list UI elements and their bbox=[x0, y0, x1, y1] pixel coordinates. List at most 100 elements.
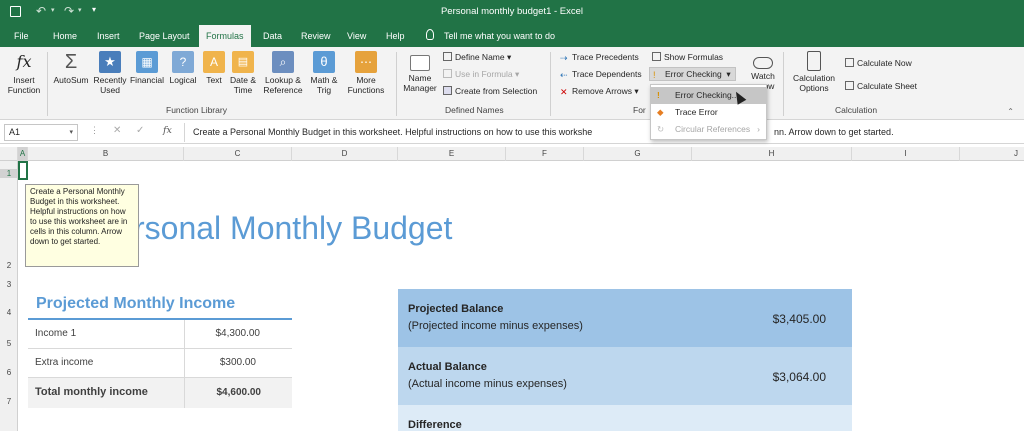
formula-input[interactable]: Create a Personal Monthly Budget in this… bbox=[184, 123, 1020, 142]
math-trig-button[interactable]: θ Math & Trig bbox=[306, 51, 342, 95]
define-name-icon bbox=[443, 52, 452, 61]
tab-page-layout[interactable]: Page Layout bbox=[139, 28, 190, 44]
insert-function-label-1: Insert bbox=[13, 75, 35, 85]
tab-file[interactable]: File bbox=[14, 28, 29, 44]
date-time-button[interactable]: ▤ Date & Time bbox=[227, 51, 259, 95]
window-title: Personal monthly budget1 - Excel bbox=[440, 6, 584, 17]
menu-item-error-checking[interactable]: ! Error Checking... bbox=[651, 87, 766, 104]
define-name-label: Define Name bbox=[455, 52, 505, 62]
column-header-f[interactable]: F bbox=[506, 147, 584, 161]
column-header-a[interactable]: A bbox=[18, 147, 28, 161]
math-trig-label-2: Trig bbox=[316, 85, 332, 95]
fx-icon: fx bbox=[16, 52, 32, 71]
name-box[interactable]: A1 ▾ bbox=[4, 124, 78, 141]
error-checking-button[interactable]: ! Error Checking ▾ bbox=[649, 67, 736, 81]
group-formula-auditing: For bbox=[633, 105, 646, 115]
show-formulas-button[interactable]: Show Formulas bbox=[652, 51, 723, 63]
trace-dependents-button[interactable]: ⇠ Trace Dependents bbox=[560, 68, 642, 80]
name-manager-label-1: Name bbox=[408, 73, 432, 83]
row-header-1[interactable]: 1 bbox=[0, 169, 18, 178]
cancel-icon[interactable]: ✕ bbox=[113, 125, 121, 136]
row-header-3[interactable]: 3 bbox=[0, 280, 18, 289]
logical-book-icon: ? bbox=[172, 51, 194, 73]
recently-used-label-1: Recently bbox=[93, 75, 127, 85]
total-income-value: $4,600.00 bbox=[216, 387, 262, 398]
menu-item-trace-error-label: Trace Error bbox=[675, 107, 718, 117]
lookup-label-1: Lookup & bbox=[265, 75, 301, 85]
actual-balance-sub: (Actual income minus expenses) bbox=[408, 378, 567, 390]
row-header-2[interactable]: 2 bbox=[0, 261, 18, 270]
logical-label: Logical bbox=[169, 75, 197, 85]
row-header-4[interactable]: 4 bbox=[0, 308, 18, 317]
insert-function-button[interactable]: fx Insert Function bbox=[4, 51, 44, 95]
recently-used-label-2: Used bbox=[100, 85, 120, 95]
create-from-selection-icon bbox=[443, 86, 452, 95]
watch-label-1: Watch bbox=[751, 71, 775, 81]
enter-icon[interactable]: ✓ bbox=[136, 125, 144, 136]
more-options-icon: ⋮ bbox=[90, 125, 99, 135]
recently-used-button[interactable]: ★ Recently Used bbox=[91, 51, 129, 95]
menu-item-circular-references[interactable]: ↻ Circular References › bbox=[651, 121, 766, 138]
projected-balance-box: Projected Balance (Projected income minu… bbox=[398, 289, 852, 347]
use-in-formula-button[interactable]: Use in Formula ▾ bbox=[443, 68, 519, 80]
column-header-d[interactable]: D bbox=[292, 147, 398, 161]
autosum-button[interactable]: Σ AutoSum bbox=[50, 51, 92, 85]
column-header-e[interactable]: E bbox=[398, 147, 506, 161]
more-functions-label-2: Functions bbox=[347, 85, 385, 95]
row-header-7[interactable]: 7 bbox=[0, 397, 18, 406]
calculation-options-button[interactable]: Calculation Options bbox=[788, 51, 840, 93]
column-header-h[interactable]: H bbox=[692, 147, 852, 161]
tell-me-search[interactable]: Tell me what you want to do bbox=[444, 28, 555, 44]
calculate-sheet-icon bbox=[845, 81, 854, 90]
trace-precedents-label: Trace Precedents bbox=[572, 52, 639, 62]
remove-arrows-icon: ✕ bbox=[560, 87, 568, 97]
tab-home[interactable]: Home bbox=[53, 28, 77, 44]
projected-balance-title: Projected Balance bbox=[408, 303, 504, 315]
tab-view[interactable]: View bbox=[347, 28, 366, 44]
create-from-selection-button[interactable]: Create from Selection bbox=[443, 85, 537, 97]
group-defined-names: Defined Names bbox=[445, 105, 504, 115]
calculate-now-icon bbox=[845, 58, 854, 67]
name-box-dropdown-icon[interactable]: ▾ bbox=[69, 128, 73, 136]
calculate-sheet-button[interactable]: Calculate Sheet bbox=[845, 80, 917, 92]
income-heading: Projected Monthly Income bbox=[36, 295, 236, 312]
text-button[interactable]: A Text bbox=[199, 51, 229, 85]
more-functions-button[interactable]: ⋯ More Functions bbox=[342, 51, 390, 95]
column-header-c[interactable]: C bbox=[184, 147, 292, 161]
menu-item-trace-error[interactable]: ◆ Trace Error bbox=[651, 104, 766, 121]
row-header-6[interactable]: 6 bbox=[0, 368, 18, 377]
date-book-icon: ▤ bbox=[232, 51, 254, 73]
name-manager-button[interactable]: Name Manager bbox=[400, 51, 440, 93]
calculate-now-button[interactable]: Calculate Now bbox=[845, 57, 912, 69]
tab-review[interactable]: Review bbox=[301, 28, 331, 44]
remove-arrows-button[interactable]: ✕ Remove Arrows ▾ bbox=[560, 85, 639, 97]
difference-title: Difference bbox=[408, 419, 462, 431]
define-name-button[interactable]: Define Name ▾ bbox=[443, 51, 511, 63]
tab-help[interactable]: Help bbox=[386, 28, 405, 44]
name-manager-label-2: Manager bbox=[403, 83, 437, 93]
trace-precedents-button[interactable]: ⇢ Trace Precedents bbox=[560, 51, 639, 63]
tab-formulas[interactable]: Formulas bbox=[199, 25, 251, 47]
tab-insert[interactable]: Insert bbox=[97, 28, 120, 44]
insert-function-fx-icon[interactable]: fx bbox=[163, 125, 172, 136]
active-cell-a1[interactable] bbox=[18, 161, 28, 180]
insert-function-label-2: Function bbox=[7, 85, 41, 95]
column-header-g[interactable]: G bbox=[584, 147, 692, 161]
formula-bar: A1 ▾ ⋮ ✕ ✓ fx Create a Personal Monthly … bbox=[0, 121, 1024, 144]
select-all-corner[interactable] bbox=[0, 147, 18, 161]
column-header-j[interactable]: J bbox=[960, 147, 1024, 161]
ribbon: fx Insert Function Σ AutoSum ★ Recently … bbox=[0, 47, 1024, 120]
projected-balance-sub: (Projected income minus expenses) bbox=[408, 320, 583, 332]
logical-button[interactable]: ? Logical bbox=[164, 51, 202, 85]
financial-button[interactable]: ▦ Financial bbox=[128, 51, 166, 85]
column-header-b[interactable]: B bbox=[28, 147, 184, 161]
income-row-1: Income 1 $4,300.00 bbox=[28, 320, 292, 349]
column-header-i[interactable]: I bbox=[852, 147, 960, 161]
collapse-ribbon-icon[interactable]: ⌃ bbox=[1007, 107, 1014, 116]
lookup-reference-button[interactable]: ⌕ Lookup & Reference bbox=[259, 51, 307, 95]
calculate-now-label: Calculate Now bbox=[857, 58, 912, 68]
row-header-5[interactable]: 5 bbox=[0, 339, 18, 348]
trace-precedents-icon: ⇢ bbox=[560, 53, 568, 63]
tab-data[interactable]: Data bbox=[263, 28, 282, 44]
sheet-title: rsonal Monthly Budget bbox=[134, 210, 453, 246]
